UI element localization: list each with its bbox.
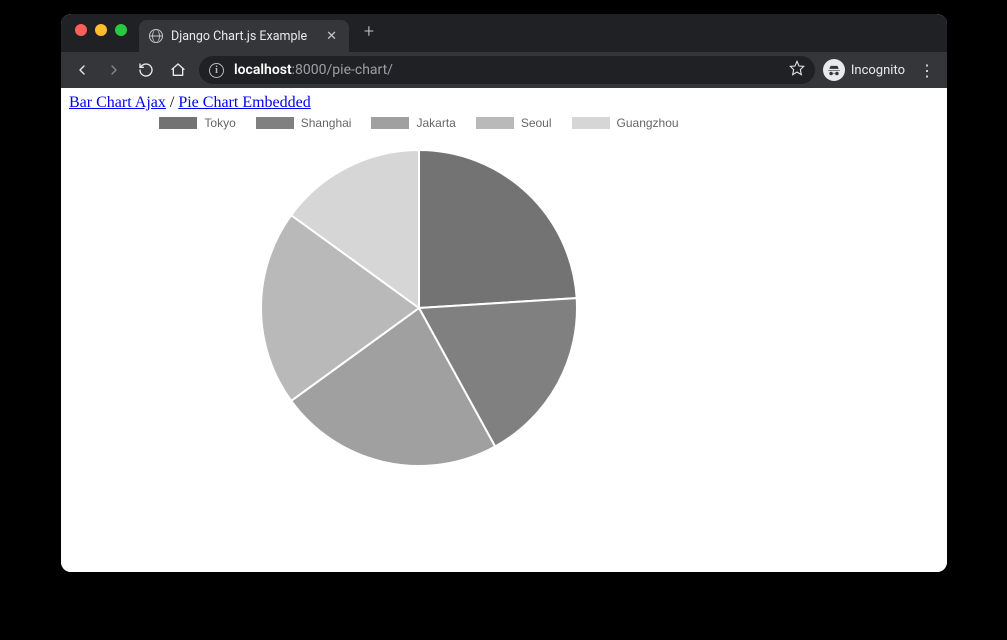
browser-window: Django Chart.js Example ✕ + i localhost:… xyxy=(61,14,947,572)
breadcrumb: Bar Chart Ajax / Pie Chart Embedded xyxy=(69,94,939,112)
incognito-icon xyxy=(823,59,845,81)
menu-button[interactable]: ⋮ xyxy=(913,61,941,80)
page-content: Bar Chart Ajax / Pie Chart Embedded Toky… xyxy=(61,88,947,572)
legend-swatch xyxy=(371,117,409,129)
legend-label: Guangzhou xyxy=(617,116,679,130)
home-button[interactable] xyxy=(163,55,193,85)
globe-icon xyxy=(149,29,163,43)
legend-label: Jakarta xyxy=(416,116,455,130)
pie-chart xyxy=(69,138,769,478)
legend-item[interactable]: Tokyo xyxy=(159,116,235,130)
url-path: /pie-chart/ xyxy=(327,62,393,78)
legend-swatch xyxy=(159,117,197,129)
tab-close-icon[interactable]: ✕ xyxy=(324,30,339,43)
new-tab-button[interactable]: + xyxy=(355,21,383,42)
legend-label: Seoul xyxy=(521,116,552,130)
window-controls xyxy=(75,24,127,36)
breadcrumb-sep: / xyxy=(166,94,178,111)
toolbar: i localhost:8000/pie-chart/ Incognito ⋮ xyxy=(61,52,947,88)
site-info-icon[interactable]: i xyxy=(209,63,224,78)
reload-button[interactable] xyxy=(131,55,161,85)
pie-slice[interactable] xyxy=(419,150,577,308)
bookmark-icon[interactable] xyxy=(789,60,805,80)
browser-tab[interactable]: Django Chart.js Example ✕ xyxy=(139,20,349,52)
legend-item[interactable]: Jakarta xyxy=(371,116,455,130)
url-port: :8000 xyxy=(292,62,327,78)
legend-label: Shanghai xyxy=(301,116,352,130)
legend-item[interactable]: Seoul xyxy=(476,116,552,130)
chart-container: Tokyo Shanghai Jakarta Seoul Guangzhou xyxy=(69,116,769,478)
legend-swatch xyxy=(476,117,514,129)
address-bar[interactable]: i localhost:8000/pie-chart/ xyxy=(199,56,815,84)
incognito-label: Incognito xyxy=(851,63,905,78)
forward-button[interactable] xyxy=(99,55,129,85)
chart-legend: Tokyo Shanghai Jakarta Seoul Guangzhou xyxy=(69,116,769,130)
url-text: localhost:8000/pie-chart/ xyxy=(234,62,779,78)
window-close-icon[interactable] xyxy=(75,24,87,36)
link-pie-chart-embedded[interactable]: Pie Chart Embedded xyxy=(178,94,310,111)
window-maximize-icon[interactable] xyxy=(115,24,127,36)
legend-label: Tokyo xyxy=(204,116,235,130)
link-bar-chart-ajax[interactable]: Bar Chart Ajax xyxy=(69,94,166,111)
tab-title: Django Chart.js Example xyxy=(171,29,316,44)
url-host: localhost xyxy=(234,62,292,78)
legend-item[interactable]: Guangzhou xyxy=(572,116,679,130)
legend-swatch xyxy=(256,117,294,129)
back-button[interactable] xyxy=(67,55,97,85)
window-minimize-icon[interactable] xyxy=(95,24,107,36)
legend-swatch xyxy=(572,117,610,129)
incognito-indicator[interactable]: Incognito xyxy=(821,59,911,81)
titlebar: Django Chart.js Example ✕ + xyxy=(61,14,947,52)
legend-item[interactable]: Shanghai xyxy=(256,116,352,130)
